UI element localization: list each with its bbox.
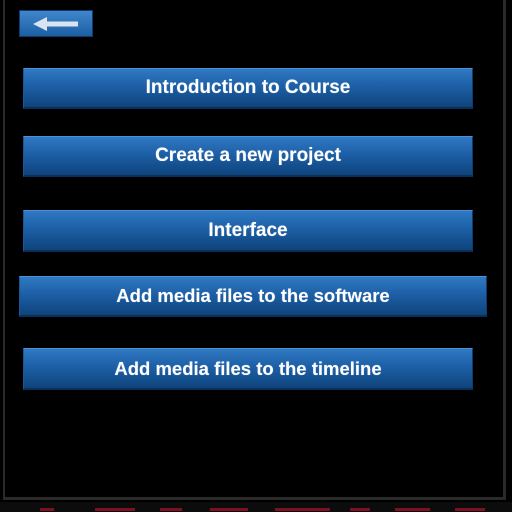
menu-item-label: Add media files to the software [116, 285, 390, 306]
menu-item-label: Create a new project [155, 145, 341, 166]
menu-item-introduction[interactable]: Introduction to Course [23, 68, 473, 109]
menu-item-add-media-software[interactable]: Add media files to the software [19, 276, 487, 317]
bottom-strip-mark [95, 508, 135, 511]
bottom-strip-mark [160, 508, 182, 511]
menu-item-label: Introduction to Course [145, 77, 351, 98]
menu-item-create-project[interactable]: Create a new project [23, 136, 473, 177]
bottom-strip-mark [395, 508, 430, 511]
menu-item-label: Add media files to the timeline [114, 357, 382, 379]
menu-item-interface[interactable]: Interface [23, 210, 473, 252]
bottom-strip [0, 502, 512, 512]
back-button[interactable] [19, 10, 93, 37]
bottom-strip-mark [40, 508, 54, 511]
menu-item-label: Interface [208, 219, 288, 241]
bottom-strip-mark [350, 508, 370, 511]
bottom-strip-mark [210, 508, 248, 511]
bottom-strip-mark [275, 508, 330, 511]
menu-item-add-media-timeline[interactable]: Add media files to the timeline [23, 348, 473, 390]
bottom-strip-mark [455, 508, 485, 511]
app-screen: Introduction to Course Create a new proj… [0, 0, 512, 512]
arrow-left-icon [31, 16, 81, 32]
